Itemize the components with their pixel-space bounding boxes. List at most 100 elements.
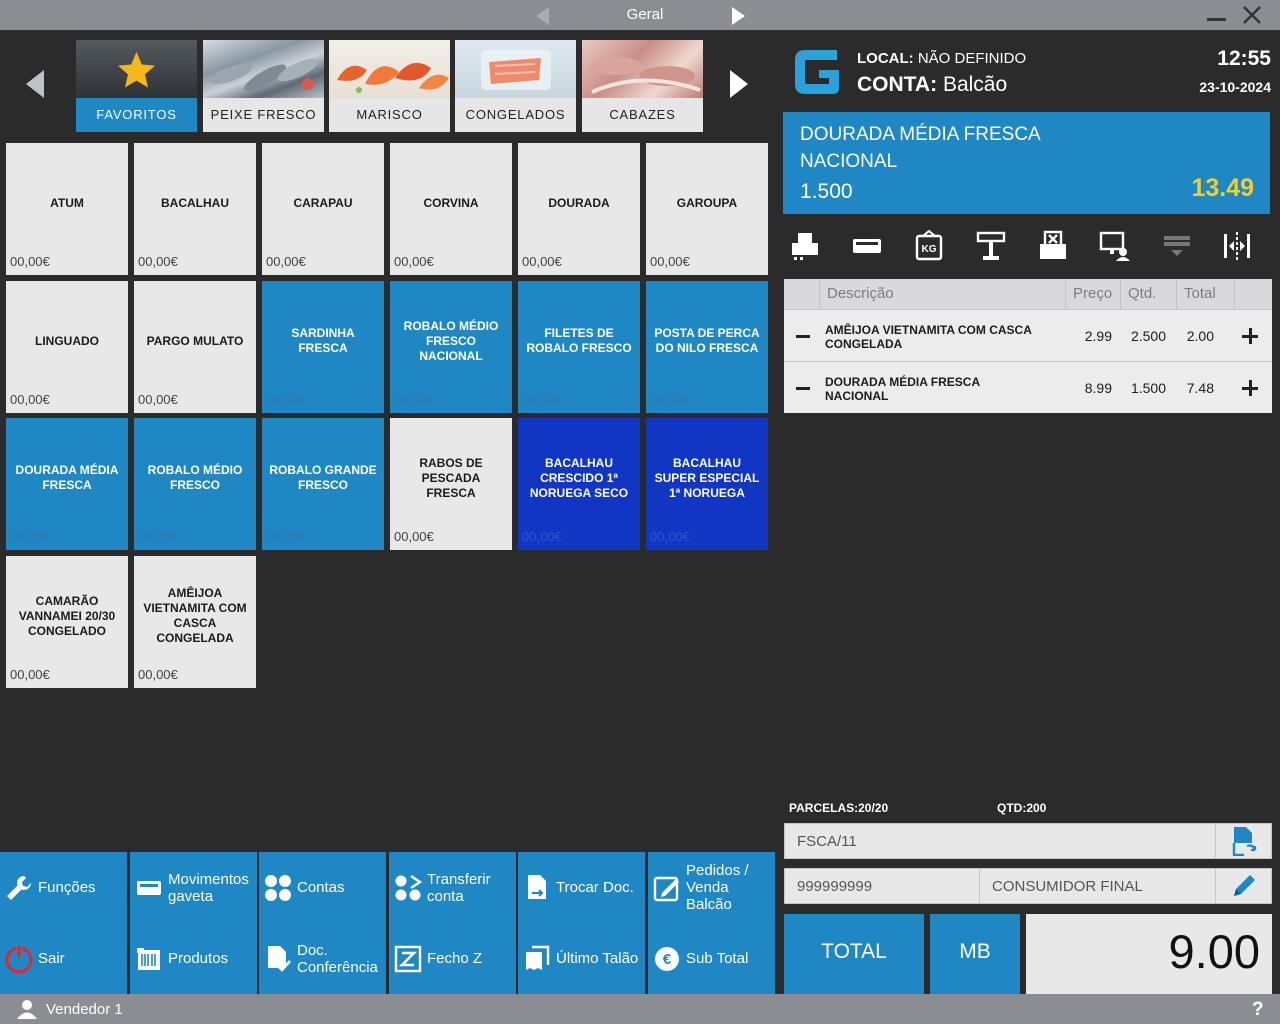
z-report-icon — [389, 923, 427, 994]
sair-button[interactable]: Sair — [0, 923, 127, 994]
category-cabazes[interactable]: CABAZES — [582, 40, 703, 132]
document-code-field[interactable]: FSCA/11 — [784, 823, 1216, 859]
selected-item-total: 13.49 — [1191, 174, 1254, 202]
product-price: 00,00€ — [650, 529, 690, 544]
category-next-arrow-icon[interactable] — [730, 70, 748, 98]
help-icon[interactable]: ? — [1252, 999, 1264, 1021]
order-row[interactable]: DOURADA MÉDIA FRESCA NACIONAL 8.99 1.500… — [784, 361, 1272, 413]
funcoes-button[interactable]: Funções — [0, 852, 127, 923]
drawer-icon[interactable] — [851, 230, 883, 262]
fecho-z-button[interactable]: Fecho Z — [389, 923, 516, 994]
category-prev-arrow-icon[interactable] — [26, 70, 44, 98]
wrench-icon — [0, 852, 38, 923]
user-icon — [17, 1000, 37, 1019]
product-tile[interactable]: DOURADA 00,00€ — [518, 143, 640, 275]
sub-total-button[interactable]: € Sub Total — [648, 923, 775, 994]
vendor-name: Vendedor 1 — [46, 1001, 123, 1018]
category-favoritos[interactable]: FAVORITOS — [76, 40, 197, 132]
cash-drawer-icon — [130, 852, 168, 923]
swap-document-icon — [518, 852, 556, 923]
product-tile[interactable]: AMÊIJOA VIETNAMITA COM CASCA CONGELADA 00… — [134, 556, 256, 688]
product-name: ROBALO MÉDIO FRESCO — [147, 463, 243, 492]
transferir-conta-button[interactable]: Transferir conta — [389, 852, 516, 923]
product-tile[interactable]: ATUM 00,00€ — [6, 143, 128, 275]
doc-conferencia-button[interactable]: Doc. Conferência — [259, 923, 386, 994]
local-info: LOCAL: NÃO DEFINIDO — [857, 50, 1027, 67]
split-icon[interactable] — [1221, 230, 1253, 262]
product-tile[interactable]: BACALHAU CRESCIDO 1ª NORUEGA SECO 00,00€ — [518, 418, 640, 550]
product-tile[interactable]: ROBALO MÉDIO FRESCO NACIONAL 00,00€ — [390, 281, 512, 413]
product-tile[interactable]: CAMARÃO VANNAMEI 20/30 CONGELADO 00,00€ — [6, 556, 128, 688]
product-price: 00,00€ — [650, 254, 690, 269]
product-name: CORVINA — [423, 195, 479, 210]
product-tile[interactable]: CARAPAU 00,00€ — [262, 143, 384, 275]
product-name: PARGO MULATO — [146, 333, 244, 348]
order-row[interactable]: AMÊIJOA VIETNAMITA COM CASCA CONGELADA 2… — [784, 309, 1272, 361]
product-tile[interactable]: LINGUADO 00,00€ — [6, 281, 128, 413]
product-tile[interactable]: CORVINA 00,00€ — [390, 143, 512, 275]
contas-button[interactable]: Contas — [259, 852, 386, 923]
category-marisco[interactable]: MARISCO — [329, 40, 450, 132]
increase-qty-icon[interactable] — [1242, 380, 1258, 396]
product-price: 00,00€ — [10, 254, 50, 269]
printer-icon[interactable] — [789, 230, 821, 262]
change-document-button[interactable] — [1215, 823, 1272, 859]
edit-customer-button[interactable] — [1215, 868, 1272, 904]
accounts-circles-icon — [259, 852, 297, 923]
product-tile[interactable]: PARGO MULATO 00,00€ — [134, 281, 256, 413]
decrease-qty-icon[interactable] — [796, 387, 810, 390]
product-tile[interactable]: GAROUPA 00,00€ — [646, 143, 768, 275]
product-tile[interactable]: BACALHAU SUPER ESPECIAL 1ª NORUEGA 00,00€ — [646, 418, 768, 550]
product-tile[interactable]: FILETES DE ROBALO FRESCO 00,00€ — [518, 281, 640, 413]
product-name: BACALHAU — [161, 195, 229, 210]
document-change-icon — [1232, 827, 1256, 856]
product-tile[interactable]: RABOS DE PESCADA FRESCA 00,00€ — [390, 418, 512, 550]
product-tile[interactable]: ROBALO GRANDE FRESCO 00,00€ — [262, 418, 384, 550]
product-price: 00,00€ — [10, 529, 50, 544]
product-price: 00,00€ — [650, 392, 690, 407]
movimentos-gaveta-button[interactable]: Movimentos gaveta — [130, 852, 257, 923]
category-label: CABAZES — [582, 98, 703, 132]
product-tile[interactable]: SARDINHA FRESCA 00,00€ — [262, 281, 384, 413]
power-icon — [0, 923, 38, 994]
svg-text:€: € — [663, 951, 672, 968]
product-tile[interactable]: ROBALO MÉDIO FRESCO 00,00€ — [134, 418, 256, 550]
product-price: 00,00€ — [522, 254, 562, 269]
terminal-icon[interactable] — [1161, 230, 1193, 262]
customer-nif-field[interactable]: 999999999 — [784, 868, 980, 904]
product-tile[interactable]: DOURADA MÉDIA FRESCA 00,00€ — [6, 418, 128, 550]
produtos-button[interactable]: Produtos — [130, 923, 257, 994]
category-peixe-fresco[interactable]: PEIXE FRESCO — [203, 40, 324, 132]
product-price: 00,00€ — [10, 392, 50, 407]
minimize-icon[interactable] — [1207, 18, 1226, 21]
trocar-doc-button[interactable]: Trocar Doc. — [518, 852, 645, 923]
scale-kg-icon[interactable]: KG — [913, 230, 945, 262]
close-icon[interactable] — [1241, 4, 1263, 26]
next-view-arrow-icon[interactable] — [732, 7, 745, 25]
payment-method-button[interactable]: MB — [930, 914, 1020, 994]
order-table-header: Descrição Preço Qtd. Total — [784, 279, 1272, 309]
previous-view-arrow-icon[interactable] — [536, 7, 549, 25]
product-tile[interactable]: POSTA DE PERCA DO NILO FRESCA 00,00€ — [646, 281, 768, 413]
product-price: 00,00€ — [394, 529, 434, 544]
cancel-document-icon[interactable] — [1037, 230, 1069, 262]
pedidos-venda-balcao-button[interactable]: Pedidos / Venda Balcão — [648, 852, 775, 923]
category-label: PEIXE FRESCO — [203, 98, 324, 132]
client-display-icon[interactable] — [1099, 230, 1131, 262]
product-name: ROBALO GRANDE FRESCO — [269, 463, 377, 492]
decrease-qty-icon[interactable] — [796, 335, 810, 338]
transfer-account-icon — [389, 852, 427, 923]
column-descricao: Descrição — [819, 279, 1065, 309]
increase-qty-icon[interactable] — [1242, 328, 1258, 344]
customer-name-field[interactable]: CONSUMIDOR FINAL — [979, 868, 1216, 904]
ultimo-talao-button[interactable]: Último Talão — [518, 923, 645, 994]
product-name: LINGUADO — [35, 333, 99, 348]
product-tile[interactable]: BACALHAU 00,00€ — [134, 143, 256, 275]
product-name: BACALHAU SUPER ESPECIAL 1ª NORUEGA — [654, 455, 760, 500]
edit-document-icon — [648, 852, 686, 923]
conta-info: CONTA: Balcão — [857, 73, 1008, 96]
category-congelados[interactable]: CONGELADOS — [455, 40, 576, 132]
total-button[interactable]: TOTAL — [784, 914, 924, 994]
selected-item-name: DOURADA MÉDIA FRESCA NACIONAL — [800, 124, 1040, 172]
table-icon[interactable] — [975, 230, 1007, 262]
